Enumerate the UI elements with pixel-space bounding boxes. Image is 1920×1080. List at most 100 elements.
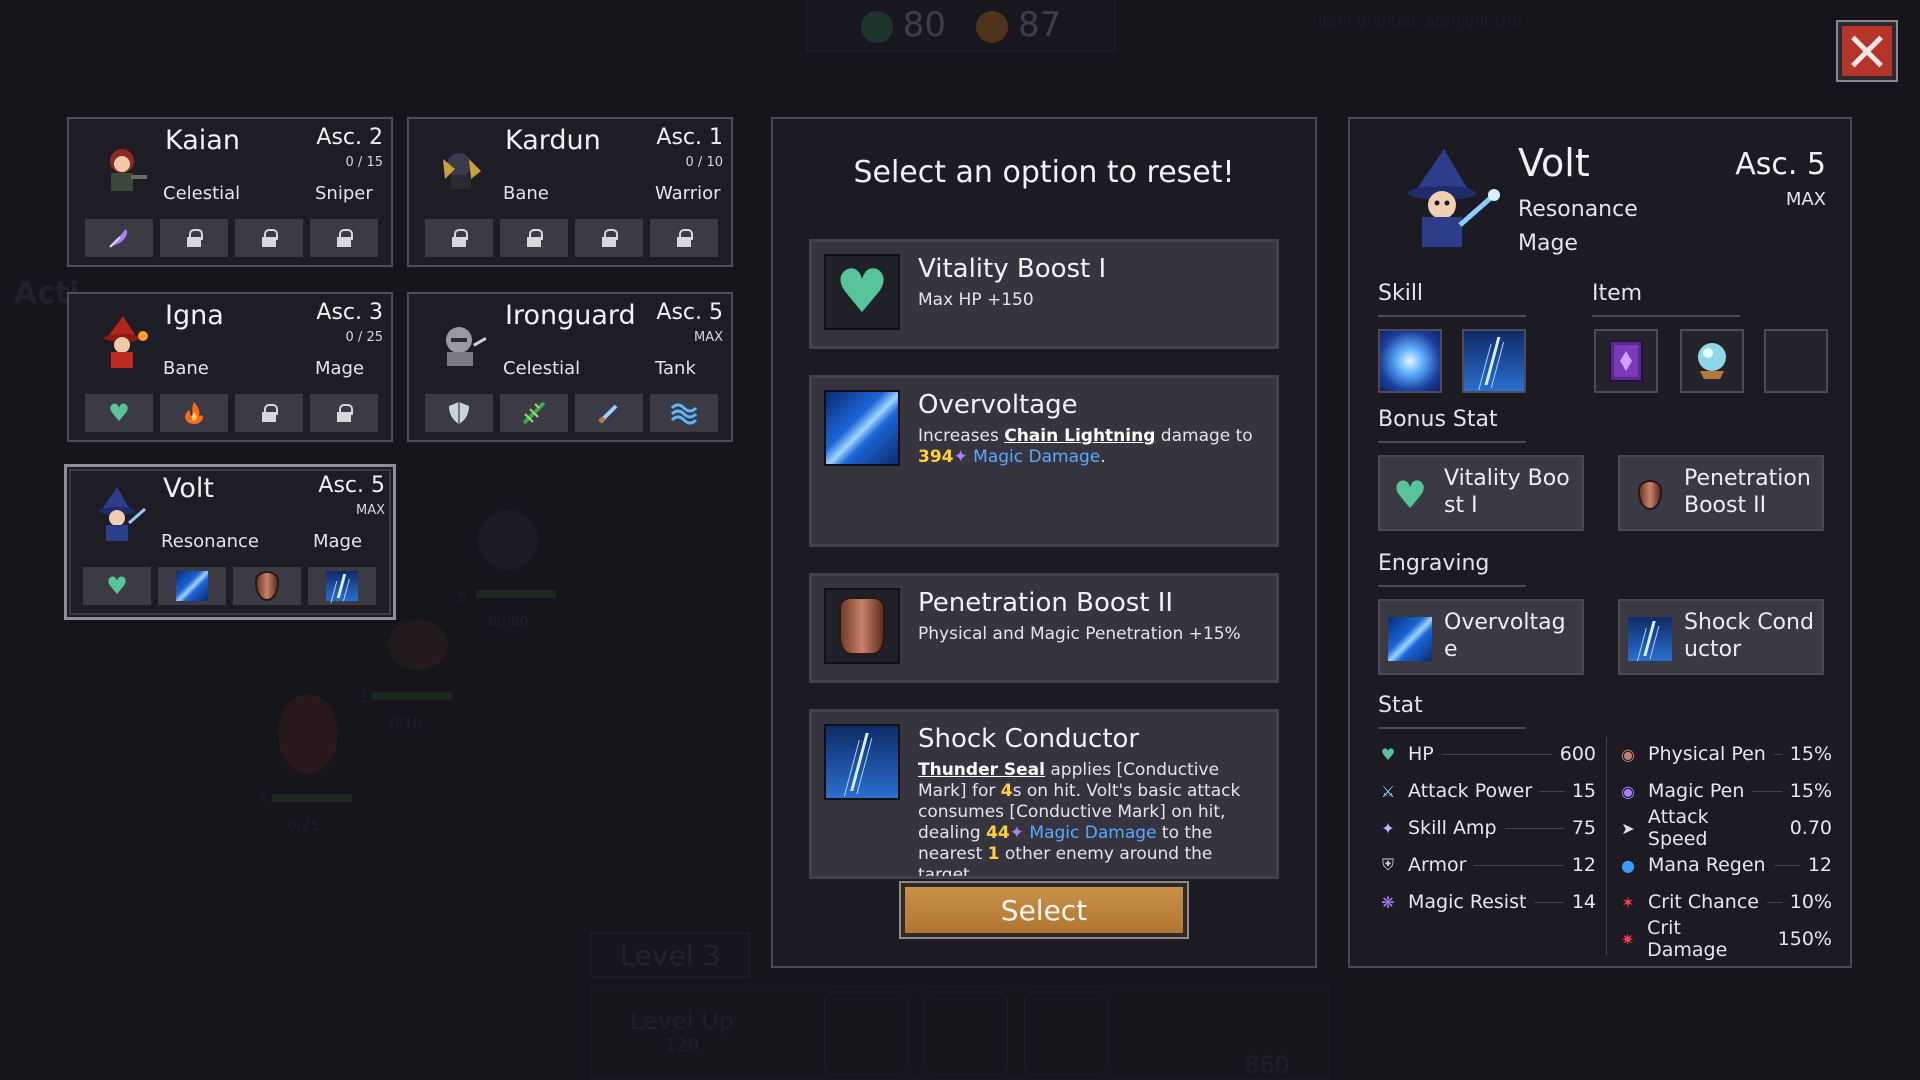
stat-divider xyxy=(1606,737,1607,955)
hero-card-volt[interactable]: Volt Asc. 5 MAX Resonance Mage ♥ xyxy=(64,464,396,620)
heart-icon: ♥ xyxy=(1392,473,1428,517)
level-text: 5 xyxy=(458,590,467,606)
shop-slot xyxy=(824,991,908,1075)
bonus-stat-header: Bonus Stat xyxy=(1378,407,1526,443)
ironguard-portrait xyxy=(433,314,491,372)
hero-name: Volt xyxy=(163,473,214,504)
thunder-seal-skill-icon[interactable] xyxy=(1462,329,1526,393)
hero-detail-ascension: Asc. 5 xyxy=(1735,147,1826,182)
hero-ascension: Asc. 2 xyxy=(316,125,383,150)
hp-bar xyxy=(476,590,556,598)
engraving-overvoltage[interactable]: Overvoltage xyxy=(1378,599,1584,675)
stat-header: Stat xyxy=(1378,693,1526,729)
toast-message: Item granted: Starlight Orb xyxy=(1318,12,1523,30)
stat-crit-damage: ✷ Crit Damage 150% xyxy=(1618,917,1832,961)
empty-item-slot[interactable] xyxy=(1764,329,1828,393)
bonus-stat-vitality-boost[interactable]: ♥ Vitality Boost I xyxy=(1378,455,1584,531)
skill-keyword: Thunder Seal xyxy=(918,760,1045,780)
lock-icon xyxy=(310,219,378,257)
kaian-portrait xyxy=(93,139,151,197)
hero-name: Kaian xyxy=(165,125,240,156)
hero-card-igna[interactable]: Igna Asc. 3 0 / 25 Bane Mage ♥ xyxy=(67,292,393,442)
hero-trait: Bane xyxy=(163,358,209,379)
lightning-icon xyxy=(824,390,900,466)
hero-slots: ♥ xyxy=(83,567,376,605)
shield-icon: ⛨ xyxy=(1381,855,1394,874)
hero-progress: MAX xyxy=(355,503,385,518)
stat-mana-regen: ● Mana Regen 12 xyxy=(1618,850,1832,880)
hp-counter: 80 xyxy=(860,5,946,45)
lock-icon xyxy=(500,219,568,257)
wing-icon: ➤ xyxy=(1621,818,1635,838)
option-description: Max HP +150 xyxy=(918,290,1034,310)
crit-icon: ✶ xyxy=(1621,892,1635,912)
spellbook-item-icon[interactable] xyxy=(1594,329,1658,393)
thunder-icon xyxy=(1628,617,1672,661)
ally-sprite xyxy=(388,620,448,670)
close-button[interactable] xyxy=(1836,20,1898,82)
bonus-stat-penetration-boost[interactable]: Penetration Boost II xyxy=(1618,455,1824,531)
bonus-stat-label: Penetration Boost II xyxy=(1684,466,1811,518)
level-indicator: Level 3 xyxy=(590,932,750,978)
reset-title: Select an option to reset! xyxy=(853,155,1235,190)
lock-icon xyxy=(575,219,643,257)
thunder-icon xyxy=(824,724,900,800)
option-description: Physical and Magic Penetration +15% xyxy=(918,624,1241,644)
lock-icon xyxy=(235,219,303,257)
skill-keyword: Chain Lightning xyxy=(1004,426,1156,446)
option-title: Shock Conductor xyxy=(918,724,1140,754)
sword-icon: ⚔ xyxy=(1380,781,1396,801)
wooden-shield-icon xyxy=(233,567,301,605)
hero-ascension: Asc. 1 xyxy=(656,125,723,150)
engraving-shock-conductor[interactable]: Shock Conductor xyxy=(1618,599,1824,675)
chain-lightning-skill-icon[interactable] xyxy=(1378,329,1442,393)
hero-trait: Celestial xyxy=(163,183,241,204)
heart-icon: ♥ xyxy=(1380,744,1396,764)
lightning-icon xyxy=(1388,617,1432,661)
reset-panel: Select an option to reset! ♥ Vitality Bo… xyxy=(771,117,1317,968)
level-text: 3 xyxy=(258,792,267,808)
volt-portrait xyxy=(91,487,149,545)
hp-text: 80/80 xyxy=(488,614,529,630)
feather-icon xyxy=(85,219,153,257)
skill-header: Skill xyxy=(1378,281,1527,317)
lock-icon xyxy=(235,394,303,432)
reset-option-overvoltage[interactable]: Overvoltage Increases Chain Lightning da… xyxy=(809,375,1279,547)
option-description: Thunder Seal applies [Conductive Mark] f… xyxy=(918,760,1241,879)
hero-card-kardun[interactable]: Kardun Asc. 1 0 / 10 Bane Warrior xyxy=(407,117,733,267)
lock-icon xyxy=(425,219,493,257)
select-button[interactable]: Select xyxy=(899,881,1189,939)
mana-orb-icon: ● xyxy=(1621,855,1635,875)
damage-type: Magic Damage xyxy=(1029,823,1157,843)
kardun-portrait xyxy=(433,139,491,197)
engraving-header: Engraving xyxy=(1378,551,1527,587)
magic-damage-icon: ✦ xyxy=(1009,823,1025,843)
reset-option-penetration-boost[interactable]: Penetration Boost II Physical and Magic … xyxy=(809,573,1279,683)
thorn-icon xyxy=(500,394,568,432)
crit-damage-icon: ✷ xyxy=(1620,929,1635,949)
hero-slots xyxy=(425,219,718,257)
stat-crit-chance: ✶ Crit Chance 10% xyxy=(1618,887,1832,917)
hero-ascension: Asc. 3 xyxy=(316,300,383,325)
volt-portrait xyxy=(1394,147,1502,255)
heart-icon: ♥ xyxy=(824,254,900,330)
wand-icon: ✦ xyxy=(1381,818,1395,838)
reset-option-vitality-boost[interactable]: ♥ Vitality Boost I Max HP +150 xyxy=(809,239,1279,349)
stat-skill-amp: ✦ Skill Amp 75 xyxy=(1378,813,1596,843)
soul-counter: 860 xyxy=(1244,1051,1290,1079)
hero-ascension: Asc. 5 xyxy=(656,300,723,325)
shield-icon xyxy=(425,394,493,432)
lock-icon xyxy=(160,219,228,257)
top-resource-bar: 80 87 xyxy=(806,0,1116,52)
crystal-orb-item-icon[interactable] xyxy=(1680,329,1744,393)
damage-type: Magic Damage xyxy=(973,447,1101,467)
hero-card-ironguard[interactable]: Ironguard Asc. 5 MAX Celestial Tank xyxy=(407,292,733,442)
heart-icon: ♥ xyxy=(85,394,153,432)
hero-progress: 0 / 10 xyxy=(685,155,723,170)
shop-tray: Level Up 120 860 xyxy=(590,985,1330,1080)
hp-bar xyxy=(272,794,352,802)
hero-card-kaian[interactable]: Kaian Asc. 2 0 / 15 Celestial Sniper xyxy=(67,117,393,267)
hp-bar xyxy=(372,692,452,700)
reset-option-shock-conductor[interactable]: Shock Conductor Thunder Seal applies [Co… xyxy=(809,709,1279,879)
hero-detail-name: Volt xyxy=(1518,141,1590,185)
